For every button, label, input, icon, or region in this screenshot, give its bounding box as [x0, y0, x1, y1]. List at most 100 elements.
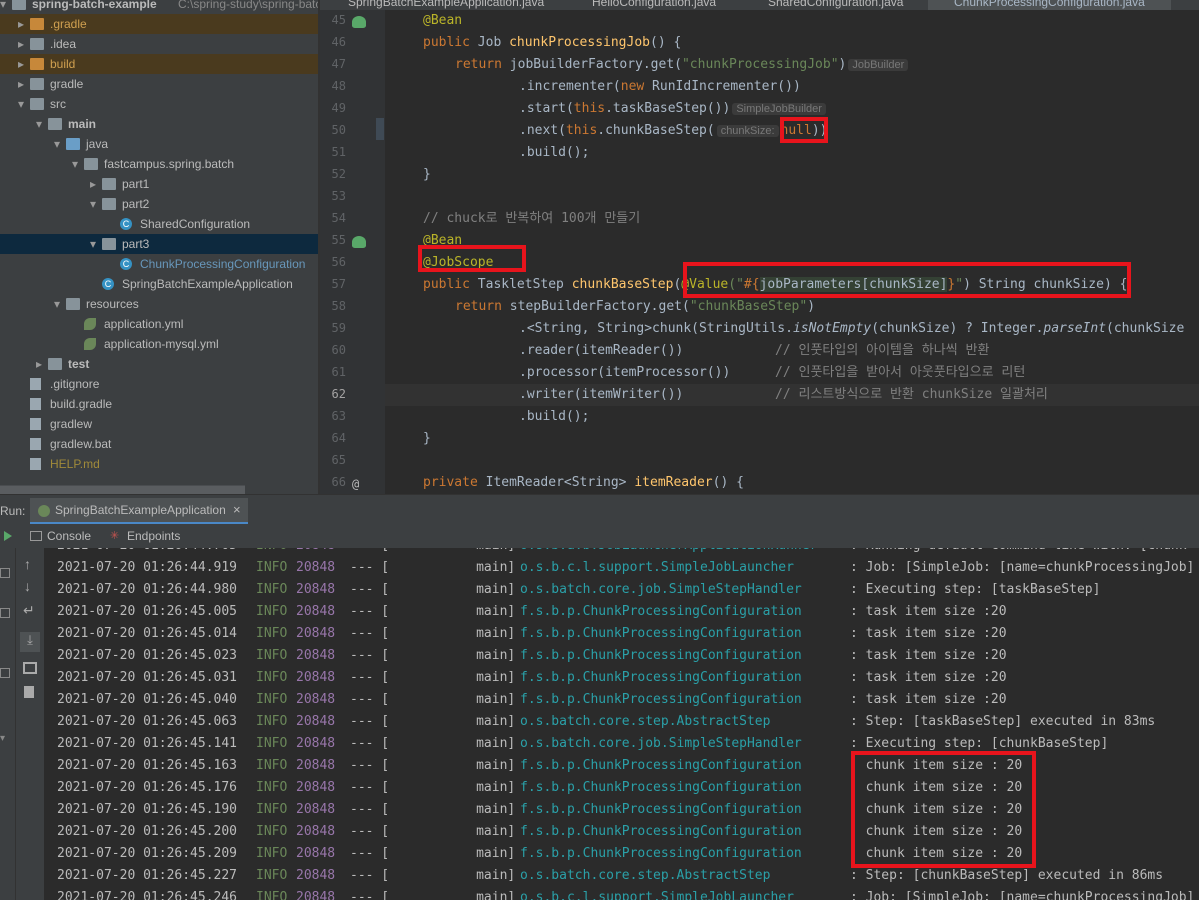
close-icon[interactable]: × [233, 502, 241, 517]
line-number: 56 [331, 255, 346, 269]
project-tree-item[interactable]: ▸ .gradle [0, 14, 318, 34]
log-separator: --- [ [350, 890, 390, 900]
line-number: 47 [331, 57, 346, 71]
arrow-down-icon[interactable]: ↓ [24, 578, 31, 594]
code-token: TaskletStep [469, 277, 572, 292]
bean-icon[interactable] [352, 16, 366, 28]
project-tree-item[interactable]: ▾ resources [0, 294, 318, 314]
console-tab-bar: Console ✳ Endpoints [0, 524, 1199, 549]
project-tree-item[interactable]: ▾ part2 [0, 194, 318, 214]
log-thread: main] [390, 824, 516, 839]
stop-icon[interactable] [0, 568, 10, 578]
chevron-right-icon[interactable]: ▸ [16, 34, 26, 54]
tab-console[interactable]: Console [28, 524, 96, 548]
bean-icon[interactable] [352, 236, 366, 248]
project-tree-item[interactable]: application.yml [0, 314, 318, 334]
log-thread: main] [390, 846, 516, 861]
tab-springbatchexampleapplication[interactable]: SpringBatchExampleApplication.java [348, 0, 544, 10]
log-logger: f.s.b.p.ChunkProcessingConfiguration [520, 824, 802, 839]
tab-endpoints-label: Endpoints [127, 529, 181, 543]
project-tree-label: src [50, 97, 66, 111]
project-tree-item[interactable]: ▸ build [0, 54, 318, 74]
log-level: INFO [256, 560, 288, 575]
chevron-right-icon[interactable]: ▸ [16, 54, 26, 74]
chevron-down-icon[interactable]: ▾ [34, 114, 44, 134]
project-tree-item[interactable]: ▸ test [0, 354, 318, 374]
chevron-down-icon[interactable]: ▾ [52, 294, 62, 314]
log-separator: --- [ [350, 868, 390, 883]
soft-wrap-icon[interactable]: ↵ [23, 602, 35, 619]
editor-tab-bar: SpringBatchExampleApplication.java Hello… [320, 0, 1199, 10]
code-comment: // 리스트방식으로 반환 chunkSize 일괄처리 [775, 387, 1048, 402]
log-thread: main] [390, 648, 516, 663]
print-icon[interactable] [23, 662, 37, 674]
project-tree-item[interactable]: application-mysql.yml [0, 334, 318, 354]
rerun-icon[interactable] [4, 531, 12, 541]
code-token: parseInt [1043, 321, 1107, 336]
log-logger: f.s.b.p.ChunkProcessingConfiguration [520, 648, 802, 663]
package-icon [84, 158, 98, 170]
chevron-down-icon[interactable]: ▾ [52, 134, 62, 154]
log-separator: --- [ [350, 692, 390, 707]
project-tree-item[interactable]: ▾ part3 [0, 234, 318, 254]
file-icon [30, 418, 41, 430]
project-tree-item[interactable]: ▸ gradle [0, 74, 318, 94]
chevron-right-icon[interactable]: ▸ [16, 14, 26, 34]
project-tree-item[interactable]: ▾ fastcampus.spring.batch [0, 154, 318, 174]
project-tree-label: part1 [122, 177, 150, 191]
override-icon[interactable]: @ [352, 478, 366, 490]
project-tree-item[interactable]: .gitignore [0, 374, 318, 394]
code-comment: // 인풋타입의 아이템을 하나씩 반환 [775, 343, 990, 358]
code-comment-62: // 리스트방식으로 반환 chunkSize 일괄처리 [775, 384, 1175, 406]
tab-endpoints[interactable]: ✳ Endpoints [108, 524, 188, 548]
chevron-down-icon[interactable]: ▾ [0, 0, 8, 14]
project-tree-item[interactable]: build.gradle [0, 394, 318, 414]
line-number: 66 [331, 475, 346, 489]
project-tree-item[interactable]: ▾ src [0, 94, 318, 114]
change-marker[interactable] [376, 118, 384, 140]
project-tree-item[interactable]: ▾ spring-batch-example C:\spring-study\spr… [0, 0, 318, 14]
arrow-up-icon[interactable]: ↑ [24, 556, 31, 572]
pin-icon[interactable]: ▾ [0, 733, 5, 744]
package-icon [102, 178, 116, 190]
project-tree-item[interactable]: C ChunkProcessingConfiguration [0, 254, 318, 274]
run-config-label: SpringBatchExampleApplication [55, 503, 226, 517]
log-timestamp: 2021-07-20 01:26:45.246 [57, 890, 238, 900]
chevron-right-icon[interactable]: ▸ [34, 354, 44, 374]
project-tree-item[interactable]: ▸ part1 [0, 174, 318, 194]
chevron-down-icon[interactable]: ▾ [88, 194, 98, 214]
tab-sharedconfiguration[interactable]: SharedConfiguration.java [768, 0, 903, 10]
chevron-down-icon[interactable]: ▾ [70, 154, 80, 174]
log-thread: main] [390, 758, 516, 773]
trash-icon[interactable] [24, 686, 34, 698]
tab-helloconfiguration[interactable]: HelloConfiguration.java [592, 0, 716, 10]
project-tree-item[interactable]: gradlew.bat [0, 434, 318, 454]
folder-icon [30, 58, 44, 70]
scroll-to-end-icon[interactable]: ⤓ [20, 632, 40, 652]
log-pid: 20848 [296, 802, 336, 817]
line-number: 60 [331, 343, 346, 357]
chevron-down-icon[interactable]: ▾ [16, 94, 26, 114]
run-config-tab[interactable]: SpringBatchExampleApplication × [30, 498, 248, 525]
line-number: 48 [331, 79, 346, 93]
chevron-right-icon[interactable]: ▸ [16, 74, 26, 94]
tab-chunkprocessingconfiguration[interactable]: ChunkProcessingConfiguration.java [928, 0, 1171, 10]
settings-icon[interactable] [0, 668, 10, 678]
project-tree-item[interactable]: ▾ java [0, 134, 318, 154]
project-tree-label: spring-batch-example [32, 0, 157, 11]
restore-icon[interactable] [0, 608, 10, 618]
folder-icon [48, 118, 62, 130]
log-thread: main] [390, 582, 516, 597]
project-tree-item[interactable]: HELP.md [0, 454, 318, 474]
project-horizontal-scrollbar[interactable] [0, 485, 245, 494]
project-tree-item[interactable]: C SharedConfiguration [0, 214, 318, 234]
log-timestamp: 2021-07-20 01:26:45.014 [57, 626, 238, 641]
chevron-right-icon[interactable]: ▸ [88, 174, 98, 194]
log-thread: main] [390, 780, 516, 795]
project-tree-item[interactable]: ▾ main [0, 114, 318, 134]
chevron-down-icon[interactable]: ▾ [88, 234, 98, 254]
project-tree-item[interactable]: ▸ .idea [0, 34, 318, 54]
project-tree-item[interactable]: C SpringBatchExampleApplication [0, 274, 318, 294]
project-tree-item[interactable]: gradlew [0, 414, 318, 434]
log-logger: f.s.b.p.ChunkProcessingConfiguration [520, 604, 802, 619]
